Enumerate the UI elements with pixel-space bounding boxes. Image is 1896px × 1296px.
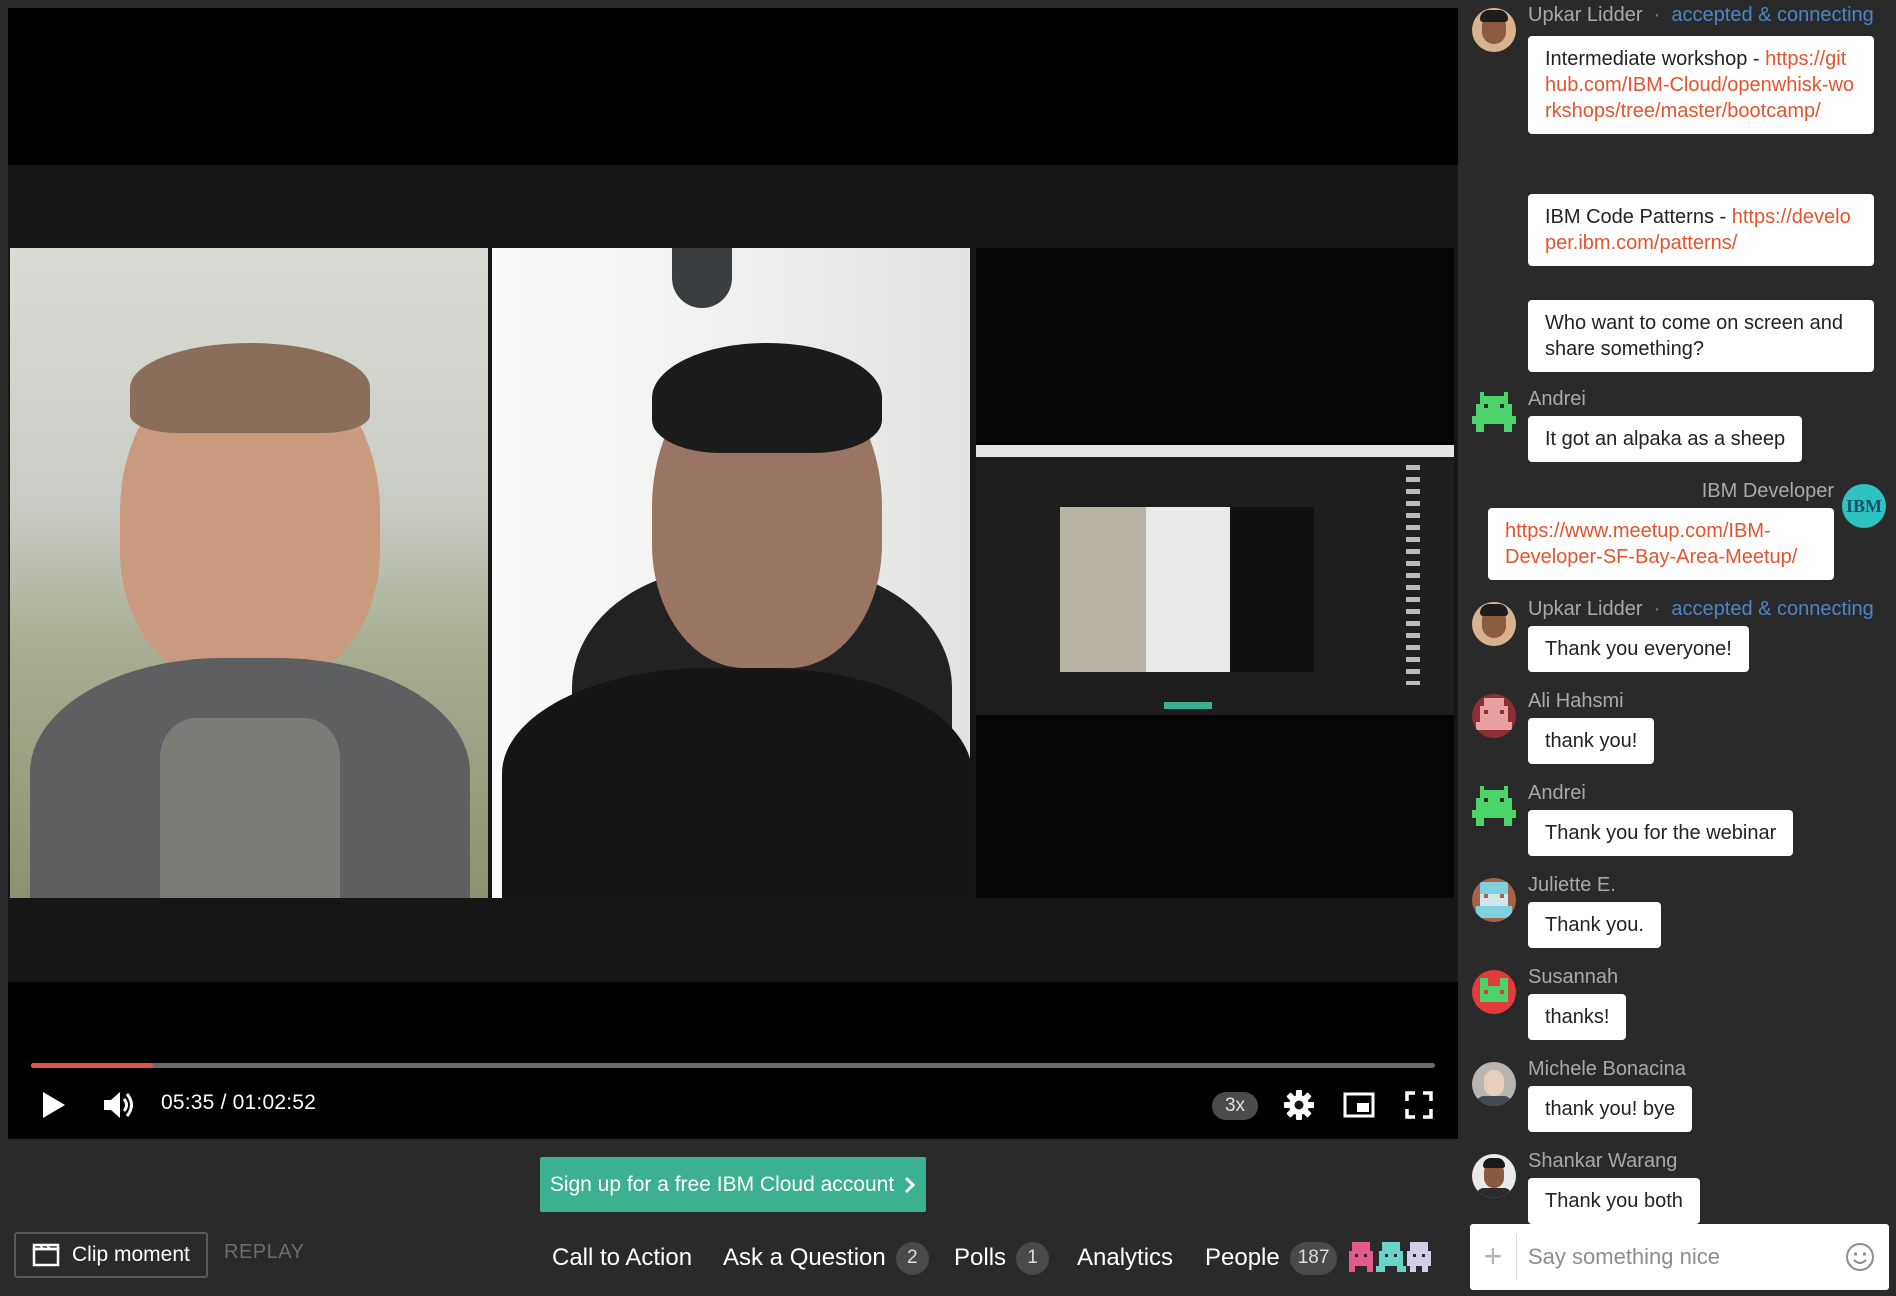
tab-analytics[interactable]: Analytics (1077, 1238, 1173, 1278)
avatar (1472, 694, 1516, 738)
chat-message: thank you! bye (1528, 1086, 1693, 1132)
tab-ask-a-question[interactable]: Ask a Question 2 (723, 1238, 929, 1278)
play-button[interactable] (36, 1085, 72, 1125)
chat-message: https://www.meetup.com/IBM-Developer-SF-… (1488, 508, 1834, 580)
pixel-avatar-icon (1407, 1242, 1431, 1272)
video-tile-speaker-1 (10, 248, 488, 898)
chat-message: Thank you. (1528, 902, 1661, 948)
fullscreen-button[interactable] (1398, 1085, 1440, 1125)
chat-message: IBM Code Patterns - https://developer.ib… (1528, 194, 1874, 266)
tab-polls[interactable]: Polls 1 (954, 1238, 1050, 1278)
video-player[interactable] (8, 8, 1458, 1139)
chat-message: thanks! (1528, 994, 1627, 1040)
avatar (1472, 970, 1516, 1014)
time-display: 05:35 / 01:02:52 (161, 1091, 316, 1114)
chat-author-status: accepted & connecting (1671, 4, 1874, 26)
play-icon (43, 1092, 65, 1118)
tab-people[interactable]: People 187 (1205, 1238, 1338, 1278)
tab-label: Call to Action (552, 1244, 693, 1271)
tab-label: People (1205, 1244, 1280, 1271)
chat-message: Thank you everyone! (1528, 626, 1749, 672)
chat-message: Thank you for the webinar (1528, 810, 1794, 856)
chat-message: Thank you both (1528, 1178, 1700, 1224)
playback-speed-button[interactable]: 3x (1212, 1092, 1258, 1120)
chat-author: Ali Hahsmi (1528, 690, 1624, 712)
chat-author: Andrei (1528, 388, 1586, 410)
video-tile-screenshare (976, 248, 1454, 898)
ibm-logo-avatar: IBM (1842, 484, 1886, 528)
picture-in-picture-button[interactable] (1338, 1085, 1380, 1125)
chat-input[interactable]: + Say something nice (1470, 1224, 1889, 1290)
avatar (1472, 878, 1516, 922)
gear-icon (1284, 1090, 1314, 1120)
progress-bar[interactable] (31, 1063, 1435, 1068)
chat-author: Andrei (1528, 782, 1586, 804)
shared-screen (976, 445, 1454, 715)
tab-label: Polls (954, 1244, 1007, 1271)
cta-label: Sign up for a free IBM Cloud account (549, 1172, 895, 1196)
chat-message: It got an alpaka as a sheep (1528, 416, 1803, 462)
chat-message: Intermediate workshop - https://github.c… (1528, 36, 1874, 134)
poll-count-badge: 1 (1016, 1241, 1050, 1275)
chat-link[interactable]: https://www.meetup.com/IBM-Developer-SF-… (1505, 520, 1797, 568)
avatar (1472, 786, 1516, 826)
chat-panel[interactable]: Upkar Lidder · accepted & connecting Int… (1462, 0, 1896, 1224)
replay-label: REPLAY (224, 1241, 305, 1263)
volume-icon (104, 1092, 133, 1118)
people-count-badge: 187 (1289, 1241, 1338, 1275)
chat-author: Upkar Lidder · accepted & connecting (1528, 4, 1874, 26)
avatar (1472, 1154, 1516, 1198)
tab-label: Analytics (1077, 1244, 1174, 1271)
chat-author: Michele Bonacina (1528, 1058, 1686, 1080)
chat-author: Shankar Warang (1528, 1150, 1678, 1172)
chevron-right-icon (905, 1176, 916, 1193)
volume-button[interactable] (98, 1085, 140, 1125)
chat-message: Who want to come on screen and share som… (1528, 300, 1874, 372)
input-divider (1516, 1234, 1517, 1280)
fullscreen-icon (1405, 1091, 1433, 1119)
chat-author: Upkar Lidder · accepted & connecting (1528, 598, 1874, 620)
video-tile-speaker-2 (492, 248, 970, 898)
pixel-avatar-icon (1349, 1242, 1373, 1272)
video-letterbox-top (8, 8, 1458, 165)
add-attachment-icon[interactable]: + (1480, 1238, 1506, 1274)
chat-author: IBM Developer (1701, 480, 1834, 502)
settings-button[interactable] (1278, 1085, 1320, 1125)
chat-author-status: accepted & connecting (1671, 598, 1874, 620)
emoji-icon[interactable] (1845, 1242, 1875, 1272)
signup-cta-button[interactable]: Sign up for a free IBM Cloud account (540, 1157, 926, 1212)
avatar (1472, 8, 1516, 52)
chat-author: Juliette E. (1528, 874, 1616, 896)
avatar (1472, 392, 1516, 432)
avatar (1472, 602, 1516, 646)
question-count-badge: 2 (895, 1241, 929, 1275)
clip-moment-button[interactable]: Clip moment (14, 1232, 208, 1278)
progress-fill (31, 1063, 154, 1068)
avatar (1472, 1062, 1516, 1106)
tab-label: Ask a Question (723, 1244, 886, 1271)
chat-author: Susannah (1528, 966, 1619, 988)
pip-icon (1343, 1092, 1375, 1118)
tab-call-to-action[interactable]: Call to Action (552, 1238, 692, 1278)
pixel-avatar-icon (1376, 1242, 1406, 1272)
clip-moment-label: Clip moment (72, 1243, 190, 1266)
clapperboard-icon (32, 1243, 60, 1267)
chat-message: thank you! (1528, 718, 1655, 764)
chat-input-placeholder[interactable]: Say something nice (1528, 1244, 1720, 1270)
